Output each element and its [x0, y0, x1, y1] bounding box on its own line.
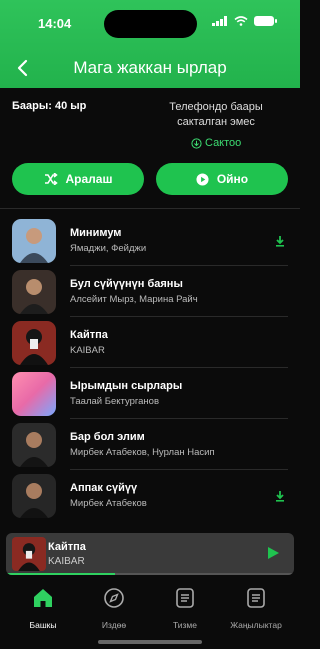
- song-artist: KAIBAR: [70, 345, 105, 356]
- system-icons: [212, 16, 277, 26]
- tab-label: Жаңылыктар: [230, 620, 282, 630]
- status-time: 14:04: [38, 16, 72, 31]
- now-playing-title: Кайтпа: [48, 541, 86, 553]
- song-artist: Ямаджи, Фейджи: [70, 243, 147, 254]
- news-icon: [247, 588, 265, 608]
- song-row[interactable]: Бул сүйүүнүн баяны Алсейит Мырз, Марина …: [12, 266, 288, 317]
- offline-status-note: Телефондо баары сакталган эмес: [169, 101, 263, 128]
- song-artist: Мирбек Атабеков, Нурлан Насип: [70, 447, 215, 458]
- song-artist: Алсейит Мырз, Марина Райч: [70, 294, 198, 305]
- play-label: Ойно: [216, 172, 249, 186]
- song-artist: Мирбек Атабеков: [70, 498, 147, 509]
- playback-progress[interactable]: [6, 573, 294, 575]
- song-title: Аппак сүйүү: [70, 482, 138, 494]
- song-title: Бар бол элим: [70, 431, 145, 443]
- tab-home[interactable]: Башкы: [8, 586, 78, 630]
- songs-list: Минимум Ямаджи, Фейджи Бул сүйүүнүн баян…: [12, 215, 288, 521]
- song-row[interactable]: Ырымдын сырлары Таалай Бектурганов: [12, 368, 288, 419]
- now-playing-art: [12, 537, 46, 571]
- play-all-button[interactable]: Ойно: [156, 163, 288, 195]
- dynamic-island: [104, 10, 197, 38]
- tab-news[interactable]: Жаңылыктар: [221, 586, 291, 630]
- page-title: Мага жаккан ырлар: [73, 58, 227, 77]
- tab-search[interactable]: Издөө: [79, 586, 149, 630]
- play-circle-icon: [196, 172, 209, 186]
- songs-count: Баары: 40 ыр: [12, 100, 87, 112]
- home-indicator: [98, 640, 202, 644]
- save-offline-button[interactable]: Сактоо: [191, 137, 241, 149]
- album-art: [12, 422, 56, 467]
- mini-player[interactable]: Кайтпа KAIBAR: [6, 533, 294, 575]
- song-title: Минимум: [70, 227, 122, 239]
- album-art: [12, 371, 56, 416]
- song-title: Бул сүйүүнүн баяны: [70, 278, 183, 290]
- status-bar: 14:04: [0, 0, 300, 44]
- tab-label: Издөө: [101, 620, 127, 630]
- tab-label: Тизме: [172, 620, 198, 630]
- shuffle-label: Аралаш: [65, 172, 113, 186]
- album-art: [12, 218, 56, 263]
- save-label: Сактоо: [205, 137, 242, 149]
- signal-icon: [212, 16, 227, 26]
- home-icon: [34, 589, 52, 607]
- playback-progress-fill: [6, 573, 116, 575]
- header: 14:04 Мага жаккан ырлар: [0, 0, 300, 88]
- play-icon[interactable]: [266, 546, 280, 560]
- tab-label: Башкы: [29, 620, 57, 630]
- song-title: Кайтпа: [70, 329, 108, 341]
- divider: [0, 208, 300, 209]
- tab-bar: Башкы Издөө Тизме Жаңылыктар: [0, 582, 300, 649]
- song-row[interactable]: Бар бол элим Мирбек Атабеков, Нурлан Нас…: [12, 419, 288, 470]
- battery-icon: [254, 16, 277, 26]
- song-artist: Таалай Бектурганов: [70, 396, 159, 407]
- album-art: [12, 269, 56, 314]
- list-icon: [176, 588, 194, 608]
- tab-list[interactable]: Тизме: [150, 586, 220, 630]
- album-art: [12, 320, 56, 365]
- compass-icon: [104, 588, 124, 608]
- song-title: Ырымдын сырлары: [70, 380, 183, 392]
- downloaded-icon: [276, 236, 284, 247]
- song-row[interactable]: Аппак сүйүү Мирбек Атабеков: [12, 470, 288, 521]
- downloaded-icon: [276, 491, 284, 502]
- shuffle-icon: [44, 173, 58, 185]
- shuffle-button[interactable]: Аралаш: [12, 163, 144, 195]
- album-art: [12, 473, 56, 518]
- song-row[interactable]: Минимум Ямаджи, Фейджи: [12, 215, 288, 266]
- wifi-icon: [234, 16, 248, 26]
- song-row[interactable]: Кайтпа KAIBAR: [12, 317, 288, 368]
- download-circle-icon: [191, 137, 202, 149]
- now-playing-artist: KAIBAR: [48, 556, 85, 567]
